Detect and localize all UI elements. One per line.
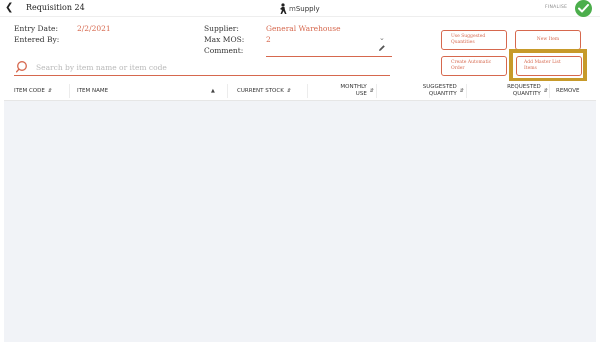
new-item-label: New Item xyxy=(536,37,560,43)
column-monthly-use-line2: USE xyxy=(355,91,367,97)
search-input[interactable] xyxy=(36,61,376,73)
column-divider xyxy=(549,84,550,98)
column-current-stock-label: CURRENT STOCK xyxy=(237,88,284,94)
column-item-name[interactable]: ITEM NAME xyxy=(77,81,108,101)
back-chevron-icon[interactable]: ❮ xyxy=(5,2,15,14)
max-mos-label: Max MOS: xyxy=(204,35,245,44)
column-divider xyxy=(307,84,308,98)
column-requested-line2: QUANTITY xyxy=(512,91,541,97)
chevron-down-icon[interactable]: ⌄ xyxy=(379,34,385,42)
comment-label: Comment: xyxy=(204,46,244,55)
column-requested-line1: REQUESTED xyxy=(507,84,541,91)
entry-date-value: 2/2/2021 xyxy=(77,24,111,33)
sort-icon: ⇵ xyxy=(369,88,374,94)
column-suggested-line2: QUANTITY xyxy=(428,91,457,97)
logo-figure-icon xyxy=(280,2,287,14)
supplier-label: Supplier: xyxy=(204,24,239,33)
column-suggested-quantity[interactable]: SUGGESTED QUANTITY ⇵ xyxy=(386,81,464,101)
column-divider xyxy=(466,84,467,98)
comment-field[interactable] xyxy=(266,46,376,55)
create-automatic-order-button[interactable]: Create Automatic Order xyxy=(441,56,507,76)
column-divider xyxy=(227,84,228,98)
column-item-name-label: ITEM NAME xyxy=(77,88,109,94)
column-divider xyxy=(69,84,70,98)
entry-date-label: Entry Date: xyxy=(14,24,58,33)
search-icon xyxy=(16,61,27,73)
column-requested-quantity[interactable]: REQUESTED QUANTITY ⇵ xyxy=(474,81,548,101)
logo-prefix: m xyxy=(289,4,296,13)
column-divider xyxy=(376,84,377,98)
search-bar[interactable] xyxy=(14,59,390,76)
sort-icon: ⇵ xyxy=(286,88,292,94)
column-monthly-use[interactable]: MONTHLY USE ⇵ xyxy=(316,81,374,101)
use-suggested-line2: Quantities xyxy=(451,40,475,45)
use-suggested-quantities-button[interactable]: Use Suggested Quantities xyxy=(441,30,507,50)
highlight-box xyxy=(509,49,587,82)
column-monthly-use-line1: MONTHLY xyxy=(340,84,367,91)
table-body xyxy=(4,101,596,342)
column-suggested-line1: SUGGESTED xyxy=(422,84,457,91)
create-auto-line2: Order xyxy=(451,66,465,71)
column-remove-label: REMOVE xyxy=(556,88,580,94)
page-title: Requisition 24 xyxy=(26,3,85,12)
new-item-button[interactable]: New Item xyxy=(515,30,581,50)
comment-underline xyxy=(266,56,392,57)
column-remove: REMOVE xyxy=(556,81,580,101)
table-header: ITEM CODE ⇵ ITEM NAME ▲ CURRENT STOCK ⇵ MO… xyxy=(4,81,596,101)
logo-name: Supply xyxy=(295,4,320,13)
max-mos-dropdown[interactable]: 2 xyxy=(266,35,271,44)
msupply-logo: mSupply xyxy=(278,2,320,15)
entered-by-label: Entered By: xyxy=(14,35,60,44)
column-current-stock[interactable]: CURRENT STOCK ⇵ xyxy=(237,81,291,101)
finalise-button[interactable] xyxy=(575,0,592,17)
sort-icon: ⇵ xyxy=(47,88,53,94)
pencil-icon[interactable] xyxy=(378,44,386,52)
sort-icon: ⇵ xyxy=(459,88,464,94)
finalise-label[interactable]: FINALISE xyxy=(545,5,567,10)
checkmark-icon xyxy=(578,4,589,13)
column-item-code-label: ITEM CODE xyxy=(14,88,45,94)
supplier-value: General Warehouse xyxy=(266,24,341,33)
sort-icon: ⇵ xyxy=(543,88,548,94)
top-bar: ❮ Requisition 24 mSupply FINALISE xyxy=(0,0,600,17)
column-item-code[interactable]: ITEM CODE ⇵ xyxy=(14,81,52,101)
sort-ascending-icon[interactable]: ▲ xyxy=(208,81,215,101)
